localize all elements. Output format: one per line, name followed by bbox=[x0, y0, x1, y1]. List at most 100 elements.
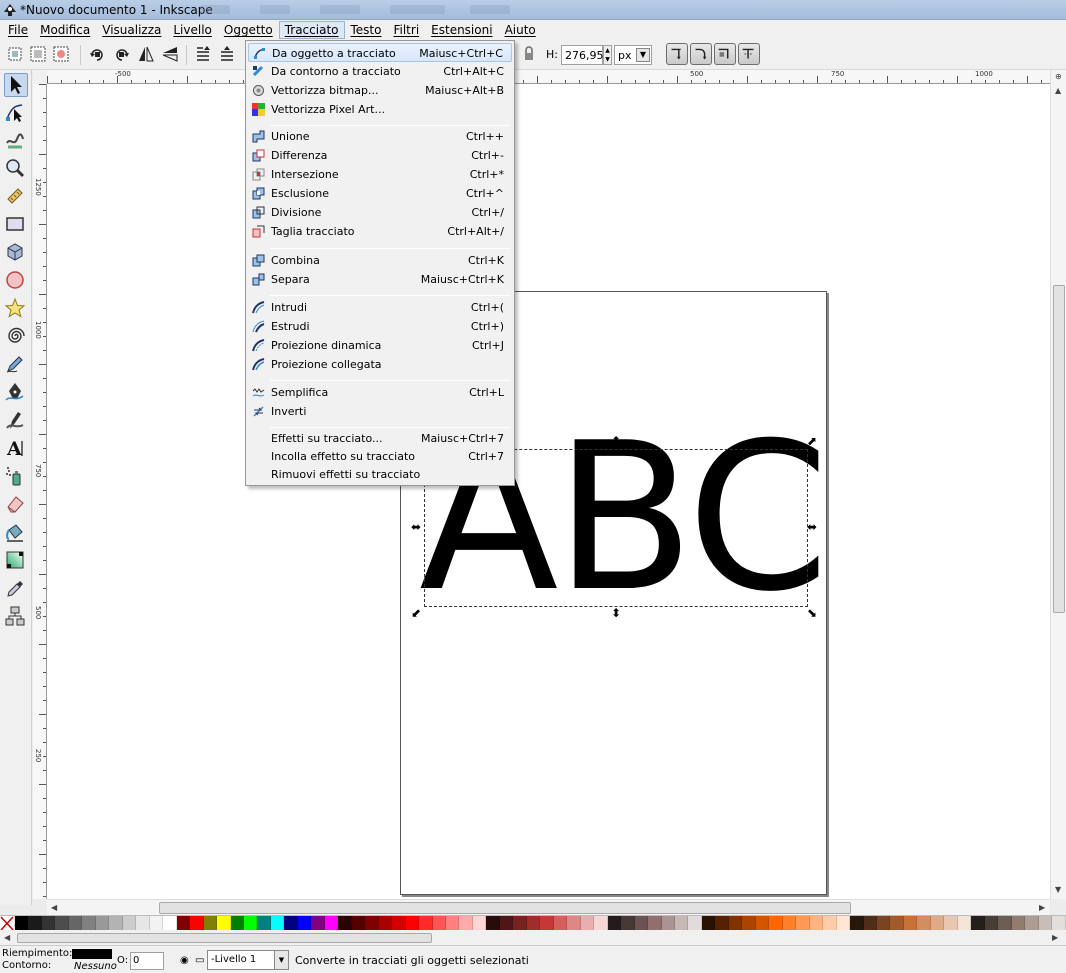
color-swatch[interactable] bbox=[149, 916, 164, 931]
color-swatch[interactable] bbox=[163, 916, 177, 931]
menu-item-break-apart[interactable]: Separa Maiusc+Ctrl+K bbox=[248, 270, 512, 289]
scroll-down-icon[interactable]: ▼ bbox=[1055, 885, 1061, 894]
color-palette[interactable] bbox=[0, 915, 1066, 931]
color-swatch[interactable] bbox=[270, 916, 285, 931]
paint-bucket-tool-icon[interactable] bbox=[4, 521, 28, 545]
star-tool-icon[interactable] bbox=[4, 297, 28, 321]
color-swatch[interactable] bbox=[580, 916, 595, 931]
color-swatch[interactable] bbox=[136, 916, 150, 931]
color-swatch[interactable] bbox=[217, 916, 231, 931]
color-swatch[interactable] bbox=[405, 916, 420, 931]
color-swatch[interactable] bbox=[297, 916, 312, 931]
color-swatch[interactable] bbox=[998, 916, 1012, 931]
gradient-tool-icon[interactable] bbox=[4, 549, 28, 573]
color-swatch[interactable] bbox=[472, 916, 487, 931]
menu-filters[interactable]: Filtri bbox=[387, 21, 425, 39]
ellipse-tool-icon[interactable] bbox=[4, 269, 28, 293]
color-swatch[interactable] bbox=[944, 916, 958, 931]
menu-item-dynamic-offset[interactable]: Proiezione dinamica Ctrl+J bbox=[248, 336, 512, 355]
color-swatch[interactable] bbox=[499, 916, 514, 931]
color-swatch[interactable] bbox=[432, 916, 446, 931]
color-swatch[interactable] bbox=[311, 916, 325, 931]
color-swatch[interactable] bbox=[877, 916, 891, 931]
vertical-scrollbar[interactable]: ⊕ ▲ ▼ bbox=[1050, 70, 1066, 899]
menu-view[interactable]: Visualizza bbox=[96, 21, 167, 39]
color-swatch[interactable] bbox=[796, 916, 810, 931]
horizontal-scroll-thumb[interactable] bbox=[159, 902, 851, 914]
color-swatch[interactable] bbox=[890, 916, 904, 931]
color-swatch[interactable] bbox=[742, 916, 756, 931]
color-swatch[interactable] bbox=[284, 916, 298, 931]
move-patterns-button[interactable] bbox=[738, 43, 760, 65]
layer-select[interactable]: -Livello 1 ▼ bbox=[207, 950, 289, 970]
pen-tool-icon[interactable] bbox=[4, 381, 28, 405]
scroll-zoom-icon[interactable]: ⊕ bbox=[1055, 72, 1062, 81]
color-swatch[interactable] bbox=[486, 916, 500, 931]
color-swatch[interactable] bbox=[809, 916, 824, 931]
color-swatch[interactable] bbox=[55, 916, 69, 931]
color-swatch[interactable] bbox=[122, 916, 137, 931]
menu-item-reverse[interactable]: Inverti bbox=[248, 402, 512, 421]
color-swatch[interactable] bbox=[567, 916, 581, 931]
color-swatch[interactable] bbox=[95, 916, 110, 931]
color-swatch[interactable] bbox=[203, 916, 218, 931]
menu-item-outset[interactable]: Estrudi Ctrl+) bbox=[248, 317, 512, 336]
color-swatch[interactable] bbox=[28, 916, 42, 931]
color-swatch[interactable] bbox=[1038, 916, 1053, 931]
scale-handle-n-icon[interactable]: ⬍ bbox=[610, 435, 622, 447]
color-swatch[interactable] bbox=[15, 916, 29, 931]
color-swatch[interactable] bbox=[513, 916, 527, 931]
no-paint-swatch-icon[interactable] bbox=[0, 916, 15, 931]
lock-proportions-icon[interactable] bbox=[520, 45, 538, 63]
color-swatch[interactable] bbox=[903, 916, 918, 931]
color-swatch[interactable] bbox=[769, 916, 783, 931]
measure-tool-icon[interactable] bbox=[4, 185, 28, 209]
color-swatch[interactable] bbox=[419, 916, 433, 931]
color-swatch[interactable] bbox=[243, 916, 258, 931]
color-swatch[interactable] bbox=[836, 916, 851, 931]
move-gradients-button[interactable] bbox=[714, 43, 736, 65]
scale-handle-w-icon[interactable]: ⬌ bbox=[410, 521, 422, 533]
3d-box-tool-icon[interactable] bbox=[4, 241, 28, 265]
calligraphy-tool-icon[interactable] bbox=[4, 409, 28, 433]
color-swatch[interactable] bbox=[1025, 916, 1039, 931]
height-input[interactable]: 276,958 bbox=[561, 45, 611, 65]
color-swatch[interactable] bbox=[190, 916, 204, 931]
color-swatch[interactable] bbox=[674, 916, 689, 931]
color-swatch[interactable] bbox=[109, 916, 123, 931]
menu-item-trace-pixel-art[interactable]: Vettorizza Pixel Art... bbox=[248, 100, 512, 119]
vertical-scroll-thumb[interactable] bbox=[1053, 285, 1065, 613]
vertical-ruler[interactable]: 1250 1000 750 500 250 bbox=[33, 84, 47, 899]
menu-extensions[interactable]: Estensioni bbox=[425, 21, 498, 39]
text-tool-icon[interactable]: A bbox=[4, 437, 28, 461]
color-swatch[interactable] bbox=[984, 916, 999, 931]
rotate-ccw-icon[interactable] bbox=[88, 45, 106, 63]
color-swatch[interactable] bbox=[459, 916, 473, 931]
menu-item-division[interactable]: Divisione Ctrl+/ bbox=[248, 203, 512, 222]
rectangle-tool-icon[interactable] bbox=[4, 213, 28, 237]
menu-path[interactable]: Tracciato bbox=[278, 21, 345, 39]
color-swatch[interactable] bbox=[715, 916, 729, 931]
color-swatch[interactable] bbox=[68, 916, 83, 931]
color-swatch[interactable] bbox=[634, 916, 649, 931]
menu-item-remove-path-effects[interactable]: Rimuovi effetti su tracciato bbox=[248, 465, 512, 484]
scale-handle-sw-icon[interactable]: ⬋ bbox=[410, 607, 422, 619]
menu-edit[interactable]: Modifica bbox=[34, 21, 96, 39]
color-swatch[interactable] bbox=[351, 916, 366, 931]
connector-tool-icon[interactable] bbox=[4, 605, 28, 629]
color-swatch[interactable] bbox=[1011, 916, 1026, 931]
eye-icon[interactable]: ◉ bbox=[180, 955, 189, 966]
menu-item-paste-path-effect[interactable]: Incolla effetto su tracciato Ctrl+7 bbox=[248, 447, 512, 466]
menu-item-linked-offset[interactable]: Proiezione collegata bbox=[248, 355, 512, 374]
color-swatch[interactable] bbox=[82, 916, 96, 931]
menu-item-path-effects[interactable]: Effetti su tracciato... Maiusc+Ctrl+7 bbox=[248, 429, 512, 448]
color-swatch[interactable] bbox=[957, 916, 972, 931]
menu-item-object-to-path[interactable]: Da oggetto a tracciato Maiusc+Ctrl+C bbox=[248, 43, 512, 62]
menu-file[interactable]: File bbox=[2, 21, 34, 39]
height-spinner[interactable]: ▲ ▼ bbox=[603, 45, 612, 65]
spiral-tool-icon[interactable] bbox=[4, 325, 28, 349]
scroll-up-icon[interactable]: ▲ bbox=[1055, 86, 1061, 95]
scroll-left-icon[interactable]: ◀ bbox=[51, 903, 57, 912]
color-swatch[interactable] bbox=[823, 916, 837, 931]
palette-scroll-right-icon[interactable]: ▶ bbox=[1052, 933, 1058, 942]
